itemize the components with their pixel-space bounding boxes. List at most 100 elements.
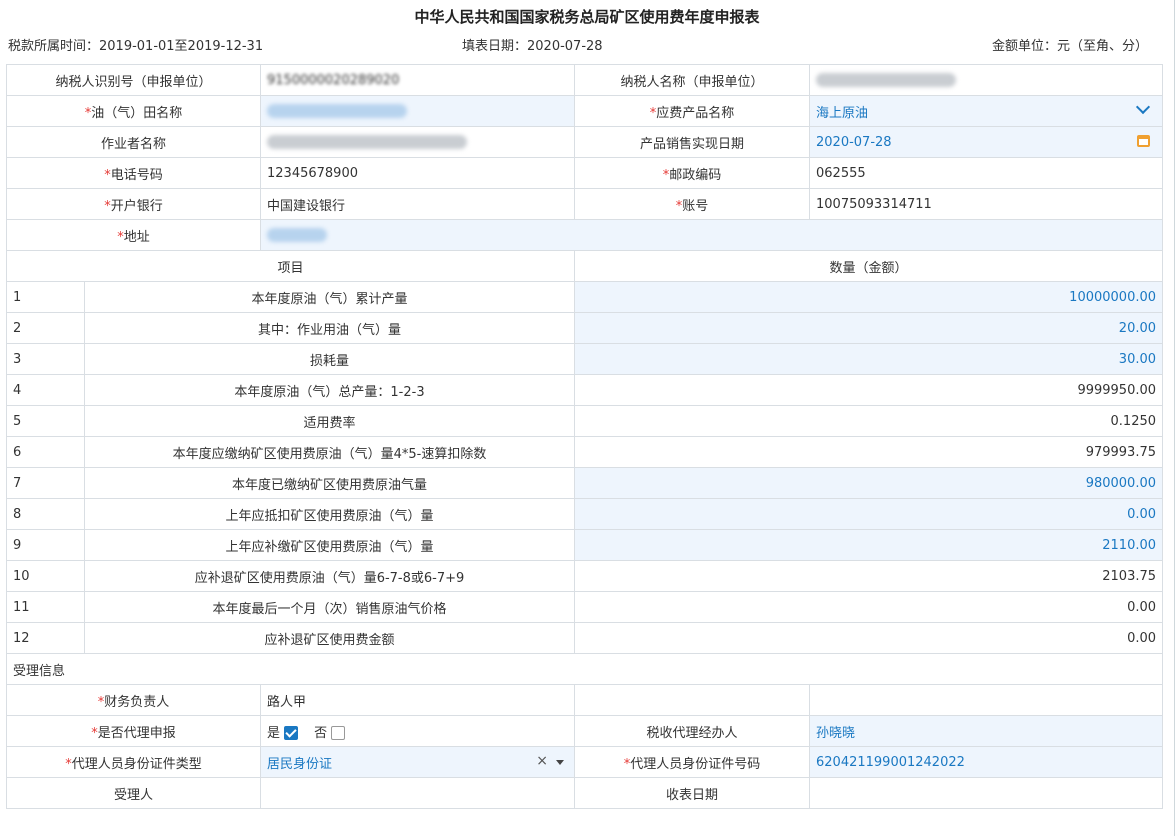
row-number: 8 xyxy=(6,498,85,530)
empty-cell xyxy=(809,684,1164,716)
id-type-select[interactable]: 居民身份证 × xyxy=(260,746,576,778)
row-item: 上年应补缴矿区使用费原油（气）量 xyxy=(83,529,576,561)
row-item: 本年度已缴纳矿区使用费原油气量 xyxy=(83,467,576,499)
table-row: 7 本年度已缴纳矿区使用费原油气量 980000.00 xyxy=(6,467,1164,499)
finance-label: 财务负责人 xyxy=(104,694,170,710)
row-value-input[interactable]: 2110.00 xyxy=(574,529,1164,561)
row-number: 4 xyxy=(6,374,85,406)
id-number-input[interactable]: 620421199001242022 xyxy=(809,746,1164,778)
row-number: 6 xyxy=(6,436,85,468)
row-value-input[interactable]: 10000000.00 xyxy=(574,281,1164,313)
row-phone: *电话号码 12345678900 *邮政编码 062555 xyxy=(5,157,1164,189)
row-value: 979993.75 xyxy=(574,436,1164,468)
sale-date-value: 2020-07-28 xyxy=(816,134,892,150)
product-name-select[interactable]: 海上原油 xyxy=(809,95,1164,127)
redacted-block xyxy=(267,135,468,149)
row-item: 适用费率 xyxy=(83,405,576,437)
taxpayer-id-field: 9150000020289020 xyxy=(260,64,576,96)
account-label-cell: *账号 xyxy=(574,188,811,220)
row-operator: 作业者名称 产品销售实现日期 2020-07-28 xyxy=(5,126,1164,158)
row-value: 0.00 xyxy=(574,591,1164,623)
product-name-value: 海上原油 xyxy=(816,105,869,121)
field-name-input[interactable] xyxy=(260,95,576,127)
row-value: 2103.75 xyxy=(574,560,1164,592)
table-row: 12 应补退矿区使用费金额 0.00 xyxy=(6,622,1164,654)
id-number-label: 代理人员身份证件号码 xyxy=(630,756,761,772)
agent-handler-input[interactable]: 孙晓晓 xyxy=(809,715,1164,747)
field-name-label: 油（气）田名称 xyxy=(91,105,183,121)
phone-label: 电话号码 xyxy=(110,167,163,183)
receive-date-label: 收表日期 xyxy=(574,777,811,809)
row-value-input[interactable]: 30.00 xyxy=(574,343,1164,375)
chevron-down-icon xyxy=(1135,99,1151,115)
row-item: 本年度最后一个月（次）销售原油气价格 xyxy=(83,591,576,623)
redacted-block xyxy=(816,73,957,87)
address-label-cell: *地址 xyxy=(5,219,262,251)
operator-label: 作业者名称 xyxy=(5,126,262,158)
row-item: 损耗量 xyxy=(83,343,576,375)
row-number: 9 xyxy=(6,529,85,561)
taxpayer-id-label: 纳税人识别号（申报单位） xyxy=(5,64,262,96)
table-row: 4 本年度原油（气）总产量：1-2-3 9999950.00 xyxy=(6,374,1164,406)
sale-date-input[interactable]: 2020-07-28 xyxy=(809,126,1164,158)
id-number-label-cell: *代理人员身份证件号码 xyxy=(574,746,811,778)
agent-declare-label: 是否代理申报 xyxy=(97,725,176,741)
row-item: 本年度原油（气）总产量：1-2-3 xyxy=(83,374,576,406)
row-bank: *开户银行 中国建设银行 *账号 10075093314711 xyxy=(5,188,1164,220)
table-header: 项目 数量（金额） xyxy=(5,250,1164,282)
no-checkbox[interactable] xyxy=(331,726,346,740)
row-number: 5 xyxy=(6,405,85,437)
form-title: 中华人民共和国国家税务总局矿区使用费年度申报表 xyxy=(414,8,760,26)
empty-cell xyxy=(574,684,811,716)
table-row: 2 其中：作业用油（气）量 20.00 xyxy=(6,312,1164,344)
receive-date-field xyxy=(809,777,1164,809)
acceptance-title: 受理信息 xyxy=(5,653,1164,685)
clear-icon[interactable]: × xyxy=(536,753,548,769)
phone-label-cell: *电话号码 xyxy=(5,157,262,189)
col-amount-header: 数量（金额） xyxy=(574,250,1164,282)
amount-unit: 金额单位：元（至角、分） xyxy=(991,39,1148,54)
row-value: 9999950.00 xyxy=(574,374,1164,406)
agent-declare-options: 是 否 xyxy=(260,715,576,747)
bank-label: 开户银行 xyxy=(110,198,163,214)
row-number: 3 xyxy=(6,343,85,375)
form-meta: 税款所属时间：2019-01-01至2019-12-31 填表日期：2020-0… xyxy=(0,34,1174,62)
id-type-label-cell: *代理人员身份证件类型 xyxy=(5,746,262,778)
receiver-field xyxy=(260,777,576,809)
taxpayer-name-label: 纳税人名称（申报单位） xyxy=(574,64,811,96)
redacted-block xyxy=(267,104,408,118)
calendar-icon[interactable] xyxy=(1137,135,1151,147)
agent-declare-label-cell: *是否代理申报 xyxy=(5,715,262,747)
phone-value: 12345678900 xyxy=(260,157,576,189)
row-value: 0.00 xyxy=(574,622,1164,654)
row-number: 2 xyxy=(6,312,85,344)
fill-date: 填表日期：2020-07-28 xyxy=(462,39,603,54)
row-value-input[interactable]: 20.00 xyxy=(574,312,1164,344)
row-value-input[interactable]: 980000.00 xyxy=(574,467,1164,499)
bank-label-cell: *开户银行 xyxy=(5,188,262,220)
row-address: *地址 xyxy=(5,219,1164,251)
row-value-input[interactable]: 0.00 xyxy=(574,498,1164,530)
table-row: 6 本年度应缴纳矿区使用费原油（气）量4*5-速算扣除数 979993.75 xyxy=(6,436,1164,468)
row-item: 应补退矿区使用费原油（气）量6-7-8或6-7+9 xyxy=(83,560,576,592)
caret-down-icon[interactable] xyxy=(556,760,565,765)
row-number: 7 xyxy=(6,467,85,499)
row-field-product: *油（气）田名称 *应费产品名称 海上原油 xyxy=(5,95,1164,127)
taxpayer-name-field xyxy=(809,64,1164,96)
address-input[interactable] xyxy=(260,219,1164,251)
field-name-label-cell: *油（气）田名称 xyxy=(5,95,262,127)
table-row: 11 本年度最后一个月（次）销售原油气价格 0.00 xyxy=(6,591,1164,623)
product-name-label-cell: *应费产品名称 xyxy=(574,95,811,127)
id-type-value: 居民身份证 xyxy=(267,756,333,772)
row-item: 本年度原油（气）累计产量 xyxy=(83,281,576,313)
agent-handler-label: 税收代理经办人 xyxy=(574,715,811,747)
declaration-table: 纳税人识别号（申报单位） 9150000020289020 纳税人名称（申报单位… xyxy=(5,64,1164,809)
no-label: 否 xyxy=(314,725,328,741)
acceptance-section-header: 受理信息 xyxy=(5,653,1164,685)
account-label: 账号 xyxy=(682,198,709,214)
finance-label-cell: *财务负责人 xyxy=(5,684,262,716)
yes-checkbox[interactable] xyxy=(284,726,299,740)
table-row: 5 适用费率 0.1250 xyxy=(6,405,1164,437)
row-number: 1 xyxy=(6,281,85,313)
receiver-label: 受理人 xyxy=(5,777,262,809)
